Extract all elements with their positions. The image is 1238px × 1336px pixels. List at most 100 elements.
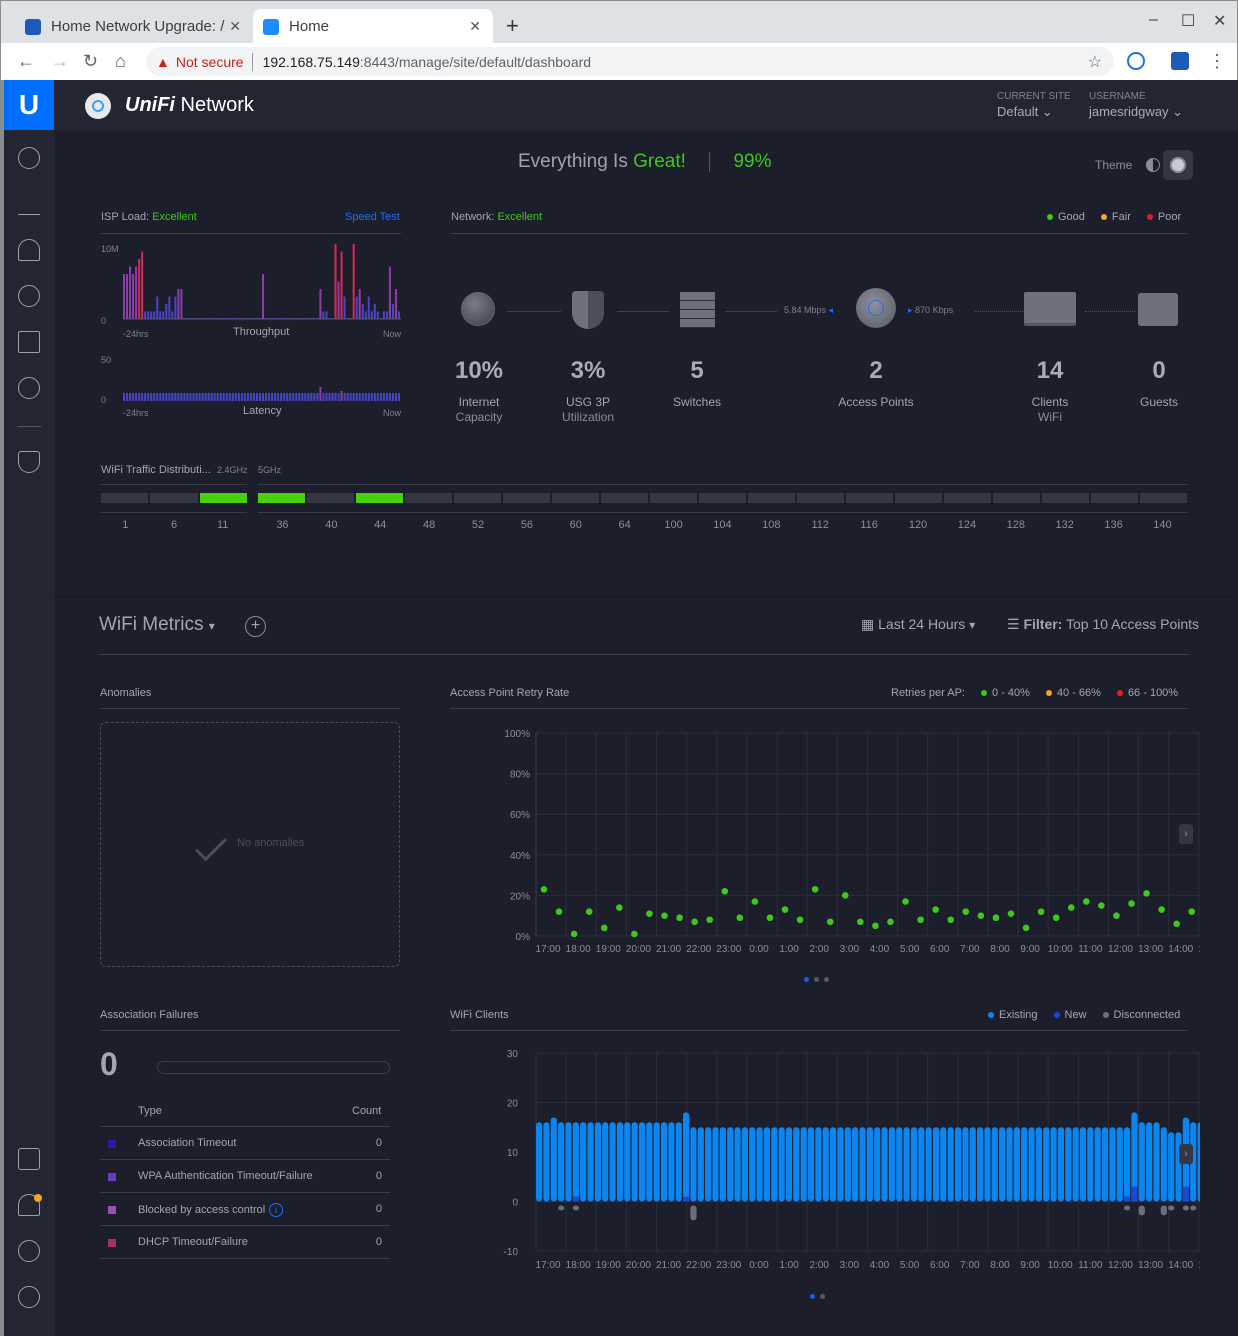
existing-bar [822,1127,829,1202]
browser-menu-icon[interactable]: ⋮ [1208,51,1226,72]
insights-icon[interactable] [18,377,40,399]
retry-chart-pager[interactable] [804,977,829,982]
channel-bar[interactable] [1140,493,1187,503]
channel-bar[interactable] [552,493,599,503]
failure-count: 0 [375,1236,382,1248]
retry-chart-next-button[interactable]: › [1179,824,1193,844]
existing-bar [1050,1127,1057,1202]
time-range-dropdown[interactable]: ▦ Last 24 Hours ▾ [861,616,975,633]
bookmark-star-icon[interactable]: ☆ [1088,52,1102,72]
profile-extension-icon[interactable] [1171,52,1189,70]
access-point-icon[interactable] [856,288,896,328]
channel-bar[interactable] [258,493,305,503]
latency-bar [213,393,216,401]
channel-bar[interactable] [748,493,795,503]
clients-chart-next-button[interactable]: › [1179,1144,1193,1164]
channel-bar[interactable] [601,493,648,503]
channel-bar[interactable] [307,493,354,503]
latency-bar [304,393,307,401]
forward-icon[interactable]: → [51,51,69,72]
close-tab-icon[interactable]: ✕ [229,18,241,35]
legend-disconnected: Disconnected [1102,1009,1180,1021]
clients-chart-pager[interactable] [810,1294,825,1299]
security-status[interactable]: Not secure [176,54,244,70]
throughput-bar [153,311,156,319]
existing-bar [903,1127,910,1202]
info-icon[interactable]: i [269,1203,284,1217]
retry-point [751,898,759,905]
existing-bar [727,1127,734,1202]
channel-label: 36 [276,519,289,531]
channel-bar[interactable] [944,493,991,503]
gateway-shield-icon[interactable] [572,291,604,329]
speed-test-link[interactable]: Speed Test [345,211,400,223]
failure-type: WPA Authentication Timeout/Failure [138,1170,313,1182]
latency-bar [204,393,207,401]
statistics-icon[interactable] [18,193,40,215]
dashboard-icon[interactable] [18,147,40,169]
channel-bar[interactable] [846,493,893,503]
throughput-bar [147,311,150,319]
devices-icon[interactable] [18,285,40,307]
user-menu[interactable]: USERNAME jamesridgway ⌄ [1089,91,1183,120]
settings-icon[interactable] [18,1286,40,1308]
reload-icon[interactable]: ↻ [83,51,98,72]
x-tick-label: 11:00 [1078,944,1103,955]
events-icon[interactable] [18,1148,40,1170]
filter-button[interactable]: ☰ Filter: Top 10 Access Points [1007,616,1199,633]
minimize-icon[interactable]: – [1149,11,1158,29]
back-icon[interactable]: ← [17,51,35,72]
home-icon[interactable]: ⌂ [115,51,126,72]
failure-row: Blocked by access control i 0 [100,1192,390,1225]
password-manager-extension-icon[interactable] [1127,52,1145,70]
maximize-icon[interactable]: ☐ [1181,11,1195,31]
channel-bar[interactable] [895,493,942,503]
existing-bar [1035,1127,1042,1202]
clients-laptop-icon[interactable] [1024,292,1076,326]
existing-bar [734,1127,741,1202]
throughput-bar [355,296,358,319]
theme-dark-toggle[interactable] [1163,150,1193,180]
throughput-bar [343,296,346,319]
ubiquiti-logo-icon[interactable]: U [4,80,54,130]
channel-bar[interactable] [650,493,697,503]
channel-bar[interactable] [1042,493,1089,503]
channel-bar[interactable] [699,493,746,503]
channel-bar[interactable] [454,493,501,503]
upload-rate: ▸ 870 Kbps [908,305,954,315]
tab-home-network-upgrade[interactable]: Home Network Upgrade: / ✕ [15,9,253,44]
close-tab-icon[interactable]: ✕ [469,18,481,35]
channel-bar[interactable] [405,493,452,503]
site-selector[interactable]: CURRENT SITE Default ⌄ [997,91,1071,120]
map-icon[interactable] [18,239,40,261]
throughput-bar [262,274,265,319]
retry-point [1128,900,1135,907]
channel-bar[interactable] [150,493,198,503]
security-icon[interactable] [18,451,40,473]
guest-badge-icon[interactable] [1138,293,1178,326]
existing-bar [1146,1122,1153,1202]
unifi-network-logo-icon[interactable] [85,93,111,119]
guests-count: 0 [1152,357,1166,384]
retry-point [766,914,774,922]
internet-globe-icon[interactable] [461,292,495,326]
wifi-metrics-dropdown[interactable]: WiFi Metrics ▾ [99,614,215,636]
existing-bar [638,1122,646,1202]
channel-bar[interactable] [101,493,149,503]
channel-bar[interactable] [993,493,1040,503]
close-window-icon[interactable]: ✕ [1213,11,1226,31]
clients-icon[interactable] [18,331,40,353]
address-bar[interactable]: ▲ Not secure 192.168.75.149 :8443/manage… [146,47,1114,76]
add-widget-button[interactable]: + [245,616,266,637]
channel-bar[interactable] [503,493,550,503]
channel-bar[interactable] [199,493,247,503]
switch-stack-icon[interactable] [680,292,715,328]
chat-icon[interactable] [18,1240,40,1262]
retry-point [585,908,593,915]
channel-bar[interactable] [1091,493,1138,503]
new-tab-button[interactable]: + [506,13,519,39]
tab-home[interactable]: Home ✕ [253,9,493,44]
failure-count: 0 [375,1170,382,1182]
channel-bar[interactable] [797,493,844,503]
channel-bar[interactable] [356,493,403,503]
